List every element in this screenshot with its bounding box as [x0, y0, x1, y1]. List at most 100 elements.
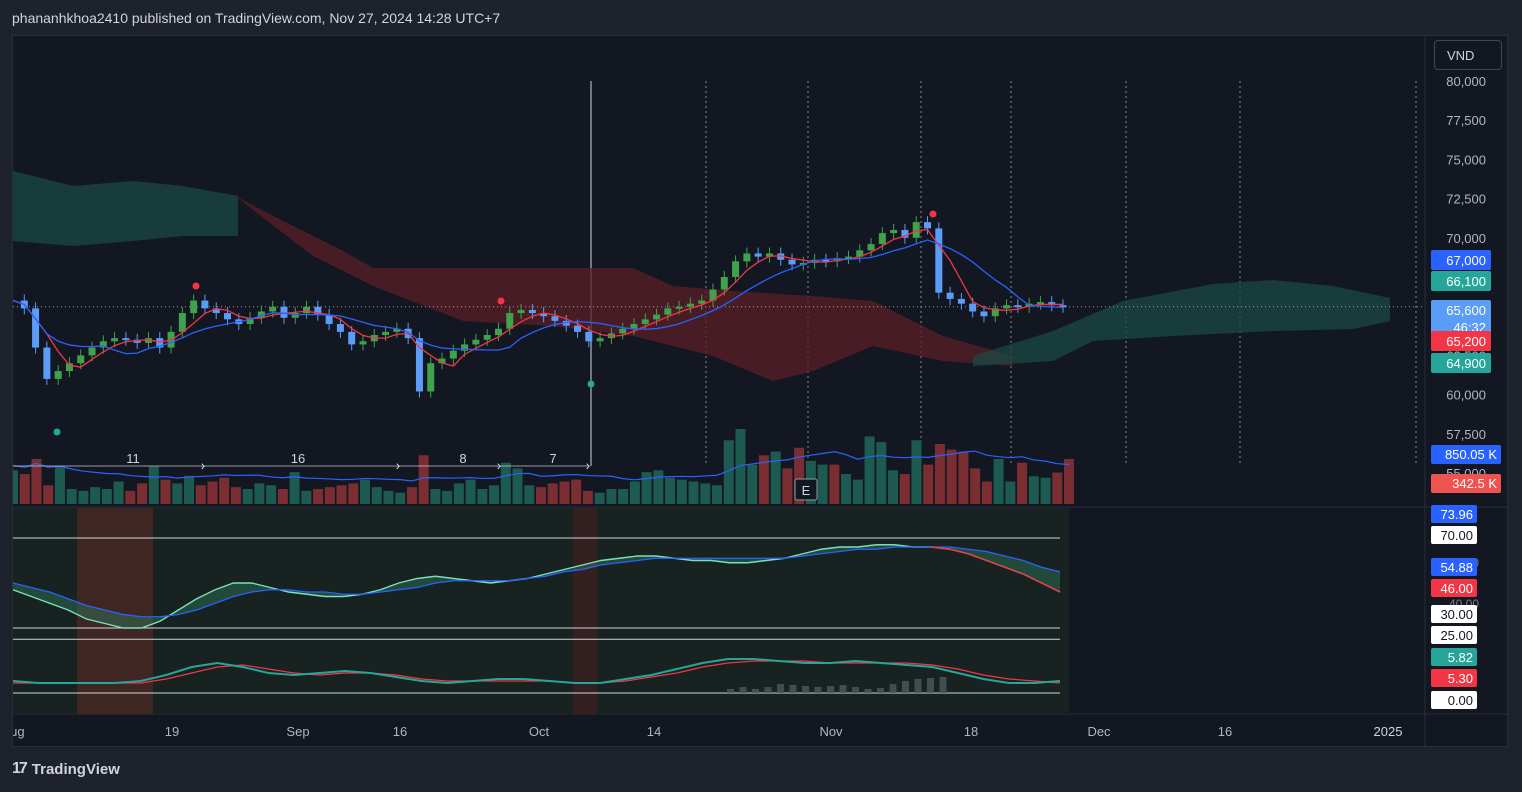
buy-signal-dot	[53, 428, 61, 436]
candle	[754, 253, 762, 257]
volume-bar	[113, 481, 124, 504]
candle	[494, 328, 502, 336]
candle	[596, 338, 604, 342]
volume-bar	[958, 451, 969, 504]
price-axis-tick: 72,500	[1446, 192, 1486, 207]
volume-bar	[899, 474, 910, 504]
volume-bar	[712, 485, 722, 504]
volume-bar	[184, 475, 194, 504]
oscillator-label-text: 25.00	[1440, 628, 1473, 643]
volume-bar	[383, 490, 394, 504]
histogram-bar	[827, 686, 834, 693]
time-axis-tick: Nov	[819, 724, 843, 739]
volume-bar	[688, 481, 699, 504]
histogram-bar	[877, 688, 884, 693]
histogram-bar	[889, 684, 897, 693]
candle	[280, 306, 288, 318]
volume-bar	[453, 483, 464, 504]
histogram-bar	[802, 686, 809, 693]
candle	[43, 347, 51, 379]
volume-bar	[747, 464, 758, 504]
chart-canvas[interactable]: 80,00077,50075,00072,50070,00067,50065,0…	[13, 36, 1508, 747]
volume-bar	[1040, 477, 1051, 504]
volume-bar	[371, 487, 382, 504]
volume-bar	[266, 485, 277, 504]
time-axis-tick: Oct	[529, 724, 550, 739]
price-axis-tick: 57,500	[1446, 427, 1486, 442]
volume-bar	[852, 479, 863, 504]
volume-bar	[629, 481, 640, 504]
buy-signal-dot	[587, 380, 595, 388]
histogram-bar	[939, 677, 947, 693]
price-label-text: 67,000	[1446, 253, 1486, 268]
candle	[641, 319, 649, 325]
candle	[269, 306, 277, 312]
candle	[788, 259, 796, 265]
volume-bar	[301, 490, 312, 504]
oscillator-label-text: 46.00	[1440, 581, 1473, 596]
candle	[178, 313, 186, 332]
ichimoku-cloud-green-future	[973, 280, 1390, 366]
count-label: 7	[549, 451, 556, 466]
volume-bar	[324, 487, 335, 504]
ichimoku-cloud-green-early	[13, 171, 238, 246]
candle	[686, 303, 694, 307]
candle	[472, 339, 480, 345]
candle	[619, 328, 627, 334]
oscillator-label-text: 70.00	[1440, 528, 1473, 543]
histogram-bar	[852, 687, 859, 693]
candle	[1003, 305, 1011, 309]
volume-bar	[430, 489, 441, 504]
candle	[957, 298, 965, 304]
candle	[517, 309, 525, 314]
candle	[551, 316, 559, 321]
volume-bar	[230, 487, 241, 504]
candle	[890, 229, 898, 234]
candle	[359, 341, 367, 345]
candle	[122, 338, 130, 341]
volume-bar	[465, 479, 476, 504]
volume-bar	[43, 485, 54, 504]
chart-frame[interactable]: 80,00077,50075,00072,50070,00067,50065,0…	[12, 35, 1508, 747]
candle	[190, 300, 198, 314]
volume-bar	[876, 442, 887, 504]
volume-bar	[606, 489, 617, 504]
candle	[878, 233, 886, 245]
currency-button[interactable]: VND	[1434, 40, 1502, 70]
earnings-marker-label: E	[802, 483, 811, 498]
volume-bar	[336, 485, 347, 504]
time-axis-tick: Dec	[1087, 724, 1111, 739]
volume-bar	[313, 489, 324, 504]
ichimoku-cloud-red	[235, 196, 1013, 381]
volume-bar	[770, 451, 781, 504]
count-arrow-icon: ›	[201, 457, 206, 473]
candle	[77, 355, 85, 364]
tradingview-logo[interactable]: 17 TradingView	[12, 760, 120, 778]
oscillator-label-text: 73.96	[1440, 507, 1473, 522]
volume-bar	[348, 483, 359, 504]
candle	[924, 222, 932, 229]
volume-bar	[66, 489, 77, 504]
candle	[935, 228, 943, 293]
sell-signal-dot	[929, 210, 937, 218]
volume-bar	[395, 492, 406, 504]
price-axis-tick: 70,000	[1446, 231, 1486, 246]
volume-bar	[242, 489, 253, 504]
volume-bar	[782, 468, 793, 504]
volume-bar	[1028, 476, 1039, 504]
volume-bar	[582, 490, 593, 504]
price-label-text: 65,600	[1446, 303, 1486, 318]
volume-bar	[148, 466, 159, 504]
volume-bar	[1064, 459, 1074, 504]
price-label-text: 65,200	[1446, 334, 1486, 349]
volume-bar	[442, 490, 453, 504]
volume-bar	[676, 479, 687, 504]
volume-bar	[911, 440, 922, 504]
histogram-bar	[739, 687, 747, 693]
volume-bar	[219, 477, 230, 504]
price-label-text: 64,900	[1446, 356, 1486, 371]
volume-bar	[360, 479, 370, 504]
histogram-bar	[927, 678, 934, 693]
price-axis-tick: 80,000	[1446, 74, 1486, 89]
price-axis-tick: 75,000	[1446, 152, 1486, 167]
